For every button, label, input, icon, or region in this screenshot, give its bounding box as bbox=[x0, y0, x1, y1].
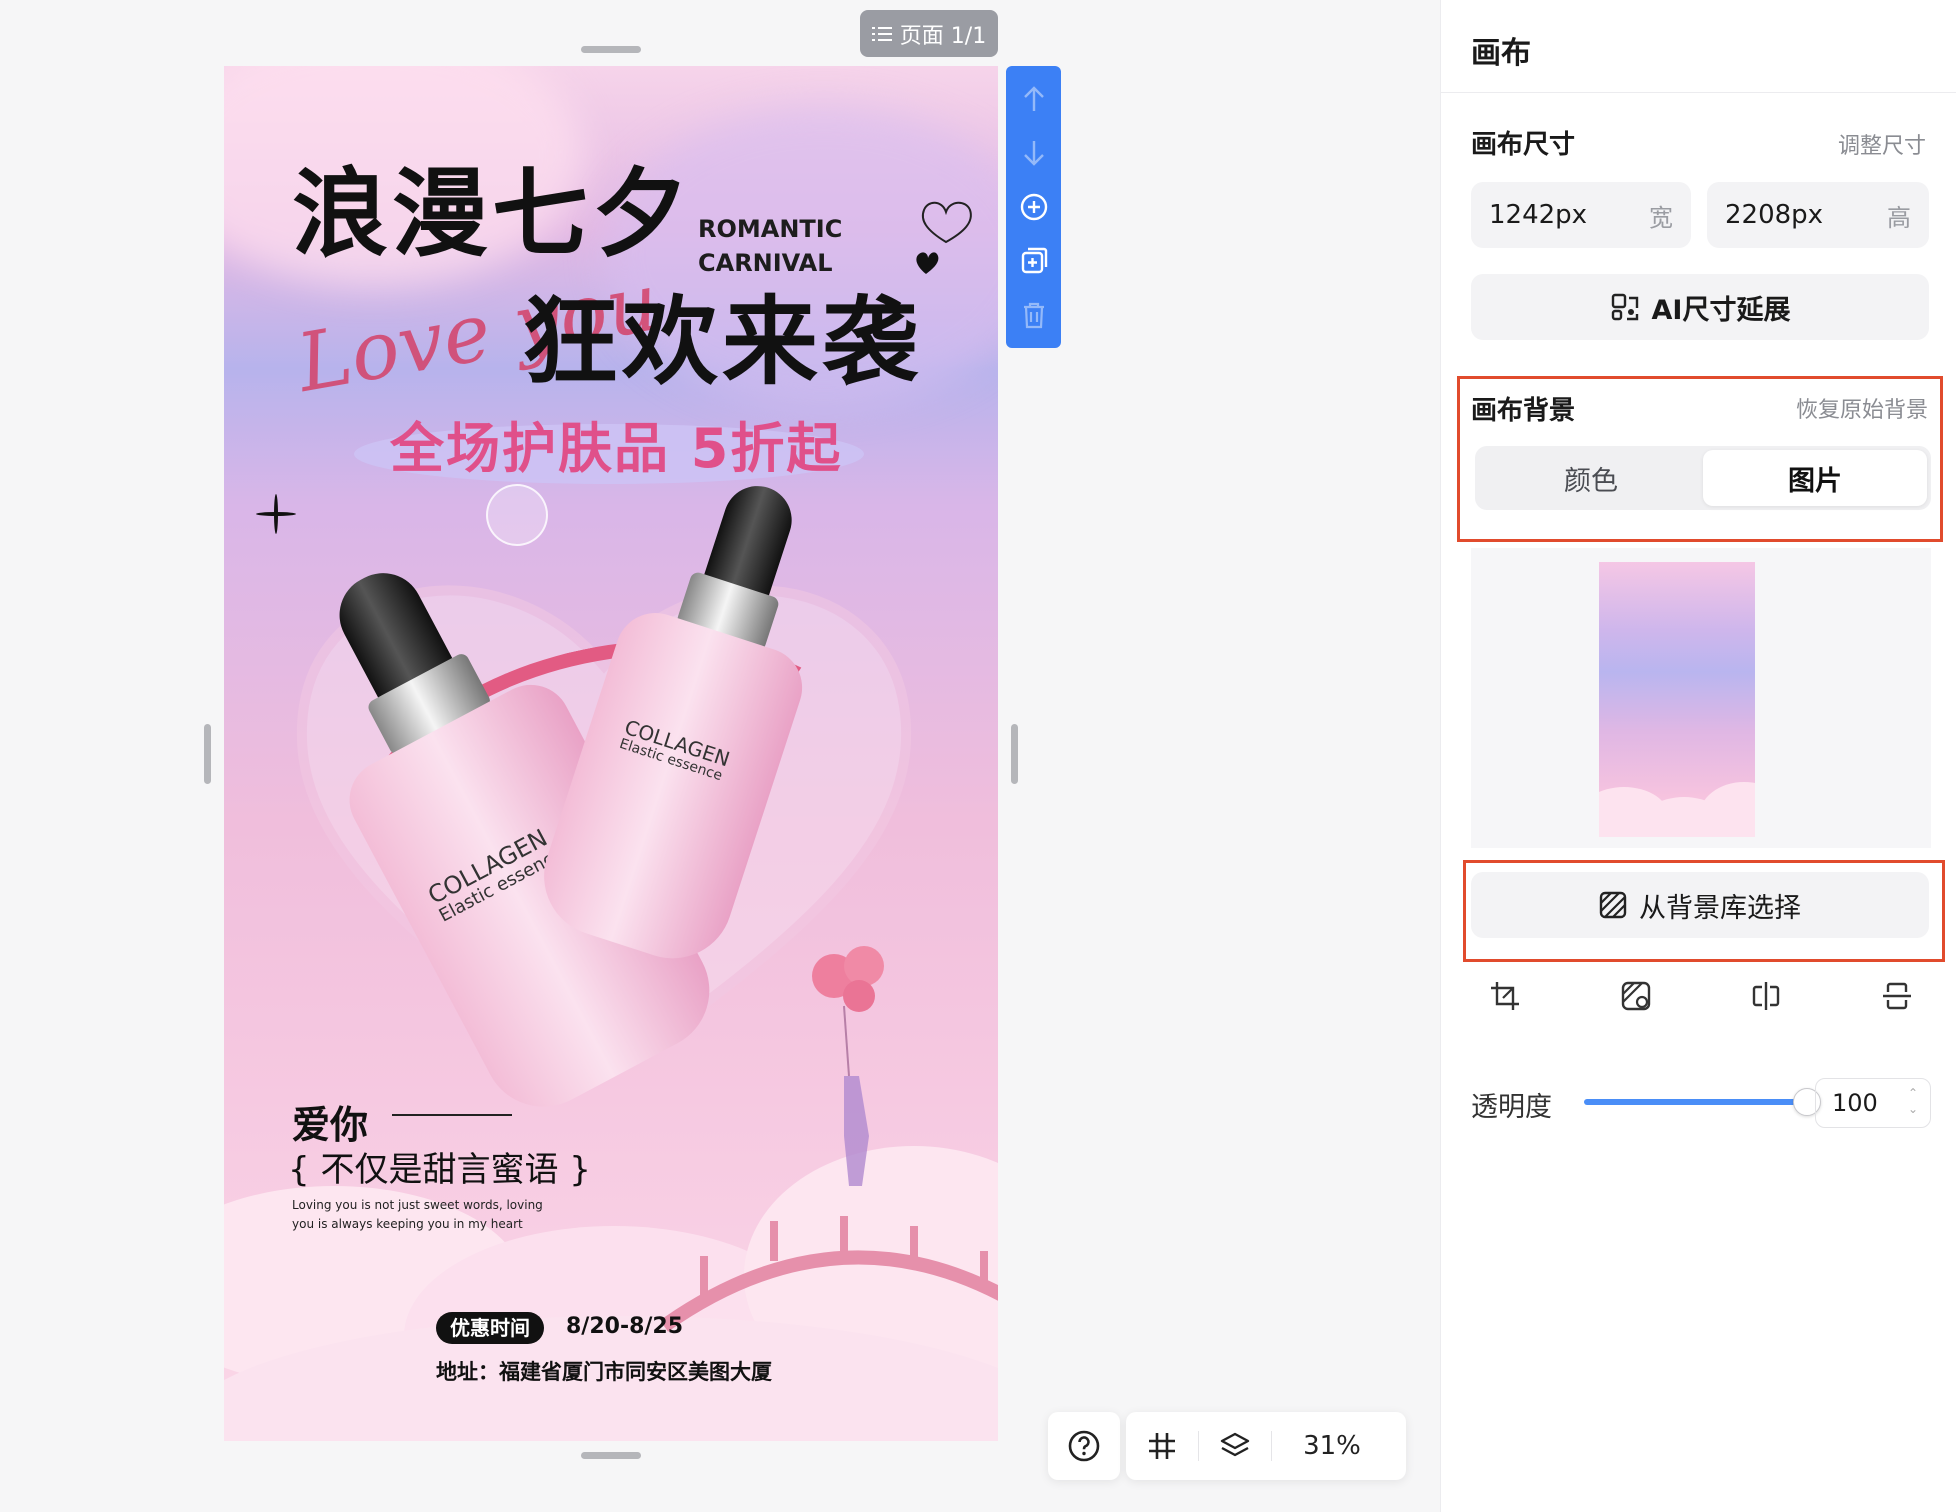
width-unit: 宽 bbox=[1649, 203, 1673, 232]
opacity-slider-track[interactable] bbox=[1584, 1099, 1806, 1105]
opacity-input[interactable]: 100 ⌃ ⌄ bbox=[1815, 1078, 1931, 1128]
arrow-down-icon[interactable] bbox=[1019, 138, 1049, 168]
background-thumbnail[interactable] bbox=[1599, 562, 1755, 837]
duplicate-icon[interactable] bbox=[1019, 246, 1049, 276]
image-tools-row bbox=[1471, 972, 1931, 1020]
resize-link[interactable]: 调整尺寸 bbox=[1838, 128, 1926, 160]
crop-icon[interactable] bbox=[1481, 972, 1529, 1020]
help-icon[interactable] bbox=[1048, 1412, 1120, 1480]
panel-title: 画布 bbox=[1471, 36, 1531, 71]
height-value: 2208px bbox=[1725, 200, 1824, 230]
background-library-label: 从背景库选择 bbox=[1639, 892, 1801, 924]
tab-color[interactable]: 颜色 bbox=[1479, 450, 1703, 506]
width-field[interactable]: 1242px 宽 bbox=[1471, 182, 1691, 248]
width-value: 1242px bbox=[1489, 200, 1588, 230]
canvas-background-title: 画布背景 bbox=[1471, 396, 1576, 426]
canvas-workspace[interactable]: 页面 1/1 浪漫七夕 ROMANTIC CARNIVAL Love you 狂… bbox=[0, 0, 1440, 1512]
poster-quote[interactable]: { 不仅是甜言蜜语 } bbox=[288, 1142, 591, 1191]
opacity-label: 透明度 bbox=[1471, 1092, 1552, 1123]
background-type-tabs: 颜色 图片 bbox=[1475, 446, 1931, 510]
love-heading[interactable]: 爱你 bbox=[292, 1094, 368, 1149]
list-icon bbox=[871, 25, 892, 43]
decorative-line bbox=[392, 1114, 512, 1116]
height-unit: 高 bbox=[1887, 203, 1911, 232]
texture-icon bbox=[1599, 891, 1627, 919]
poster-title-line1[interactable]: 浪漫七夕 bbox=[292, 166, 692, 262]
english-tag-line2: CARNIVAL bbox=[698, 249, 833, 277]
add-circle-icon[interactable] bbox=[1019, 192, 1049, 222]
poster-title-line2[interactable]: 狂欢来袭 bbox=[522, 294, 922, 390]
poster-canvas[interactable]: 浪漫七夕 ROMANTIC CARNIVAL Love you 狂欢来袭 全场护… bbox=[224, 66, 998, 1441]
sparkle-icon bbox=[256, 494, 296, 534]
background-preview-area bbox=[1471, 548, 1931, 848]
page-indicator-button[interactable]: 页面 1/1 bbox=[860, 10, 998, 57]
resize-handle-bottom[interactable] bbox=[581, 1452, 641, 1459]
couple-silhouette bbox=[812, 946, 884, 1186]
promo-label-badge[interactable]: 优惠时间 bbox=[436, 1312, 544, 1344]
restore-background-link[interactable]: 恢复原始背景 bbox=[1796, 392, 1928, 424]
arrow-up-icon[interactable] bbox=[1019, 84, 1049, 114]
poster-sale-text[interactable]: 全场护肤品 5折起 bbox=[390, 404, 842, 483]
panel-divider bbox=[1441, 92, 1956, 93]
poster-english-tag[interactable]: ROMANTIC CARNIVAL bbox=[698, 212, 842, 280]
ai-resize-button[interactable]: AI尺寸延展 bbox=[1471, 274, 1929, 340]
properties-panel: 画布 画布尺寸 调整尺寸 1242px 宽 2208px 高 AI尺寸延展 画布… bbox=[1440, 0, 1956, 1512]
page-actions-toolbar bbox=[1006, 66, 1061, 348]
replace-image-icon[interactable] bbox=[1612, 972, 1660, 1020]
bridge-illustration bbox=[664, 1216, 998, 1332]
background-library-button[interactable]: 从背景库选择 bbox=[1471, 872, 1929, 938]
canvas-size-title: 画布尺寸 bbox=[1471, 130, 1576, 160]
zoom-level[interactable]: 31% bbox=[1272, 1431, 1392, 1461]
flip-vertical-icon[interactable] bbox=[1873, 972, 1921, 1020]
layers-icon[interactable] bbox=[1199, 1412, 1271, 1480]
poster-address[interactable]: 地址：福建省厦门市同安区美图大厦 bbox=[436, 1356, 772, 1386]
heart-doodle-icon bbox=[916, 201, 972, 274]
flip-horizontal-icon[interactable] bbox=[1742, 972, 1790, 1020]
help-control bbox=[1048, 1412, 1120, 1480]
view-controls-bar: 31% bbox=[1126, 1412, 1406, 1480]
opacity-value: 100 bbox=[1832, 1089, 1878, 1117]
english-tag-line1: ROMANTIC bbox=[698, 215, 843, 243]
trash-icon[interactable] bbox=[1019, 300, 1049, 330]
ai-resize-icon bbox=[1611, 293, 1638, 321]
promo-dates[interactable]: 8/20-8/25 bbox=[566, 1314, 683, 1339]
english-paragraph[interactable]: Loving you is not just sweet words, lovi… bbox=[292, 1196, 552, 1234]
resize-handle-left[interactable] bbox=[204, 724, 211, 784]
tab-image[interactable]: 图片 bbox=[1703, 450, 1927, 506]
resize-handle-top[interactable] bbox=[581, 46, 641, 53]
grid-icon[interactable] bbox=[1126, 1412, 1198, 1480]
ai-resize-label: AI尺寸延展 bbox=[1651, 294, 1791, 326]
stepper-arrows-icon[interactable]: ⌃ ⌄ bbox=[1908, 1085, 1918, 1117]
height-field[interactable]: 2208px 高 bbox=[1707, 182, 1929, 248]
resize-handle-right[interactable] bbox=[1011, 724, 1018, 784]
page-indicator-label: 页面 1/1 bbox=[899, 23, 987, 49]
